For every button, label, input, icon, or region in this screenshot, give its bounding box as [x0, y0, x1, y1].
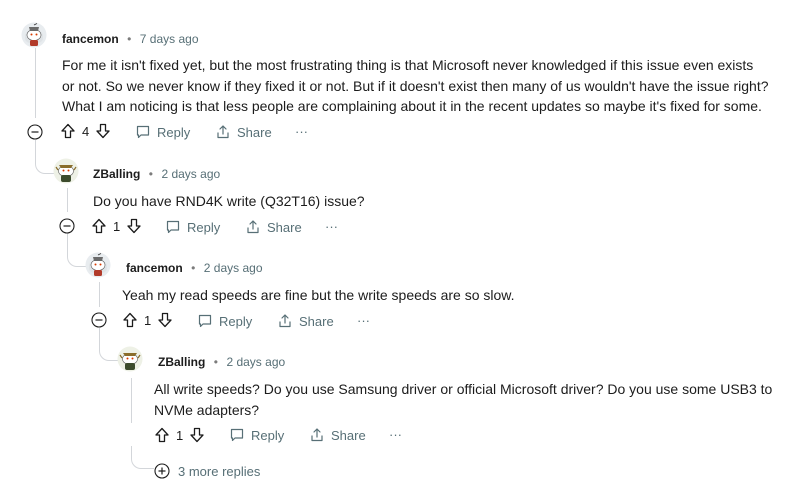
separator-dot: •: [127, 32, 132, 46]
comment-body: Yeah my read speeds are fine but the wri…: [122, 285, 515, 306]
upvote-icon[interactable]: [154, 427, 170, 443]
vote-count: 4: [82, 123, 90, 139]
reply-label: Reply: [219, 313, 253, 329]
vote-controls: 4: [60, 123, 111, 139]
ellipsis-icon: ···: [325, 219, 338, 234]
share-label: Share: [299, 313, 334, 329]
separator-dot: •: [213, 355, 218, 369]
reply-icon: [229, 427, 245, 443]
share-icon: [245, 219, 261, 235]
comment-meta: ZBalling • 2 days ago: [158, 353, 285, 371]
thread-line: [131, 378, 132, 423]
downvote-icon[interactable]: [126, 218, 142, 234]
avatar[interactable]: [85, 252, 111, 278]
expand-icon: [154, 463, 170, 479]
reply-button[interactable]: Reply: [135, 124, 190, 140]
vote-count: 1: [144, 312, 152, 328]
author-name[interactable]: fancemon: [62, 32, 119, 46]
upvote-icon[interactable]: [122, 312, 138, 328]
author-name[interactable]: fancemon: [126, 261, 183, 275]
reply-button[interactable]: Reply: [165, 219, 220, 235]
share-icon: [277, 313, 293, 329]
separator-dot: •: [148, 167, 153, 181]
vote-count: 1: [176, 427, 184, 443]
reply-icon: [197, 313, 213, 329]
comment-time[interactable]: 2 days ago: [226, 355, 285, 369]
share-label: Share: [237, 124, 272, 140]
collapse-icon[interactable]: [59, 218, 75, 234]
more-options-button[interactable]: ···: [389, 427, 402, 442]
reply-icon: [135, 124, 151, 140]
collapse-icon[interactable]: [91, 312, 107, 328]
upvote-icon[interactable]: [60, 123, 76, 139]
share-button[interactable]: Share: [277, 313, 334, 329]
separator-dot: •: [191, 261, 196, 275]
vote-count: 1: [113, 218, 121, 234]
comment-body: For me it isn't fixed yet, but the most …: [62, 55, 769, 117]
share-icon: [309, 427, 325, 443]
share-icon: [215, 124, 231, 140]
collapse-icon[interactable]: [27, 124, 43, 140]
comment-text-line: All write speeds? Do you use Samsung dri…: [154, 381, 773, 397]
reply-label: Reply: [187, 219, 221, 235]
comment-meta: fancemon • 7 days ago: [62, 30, 199, 48]
comment-body: Do you have RND4K write (Q32T16) issue?: [93, 191, 365, 212]
downvote-icon[interactable]: [189, 427, 205, 443]
comment-text-line: or not. So we never know if they fixed i…: [62, 77, 769, 94]
avatar[interactable]: [21, 22, 47, 48]
reply-button[interactable]: Reply: [197, 313, 252, 329]
comment-text-line: Yeah my read speeds are fine but the wri…: [122, 287, 515, 303]
comment-time[interactable]: 2 days ago: [204, 261, 263, 275]
vote-controls: 1: [122, 312, 173, 328]
avatar[interactable]: [53, 158, 79, 184]
reply-label: Reply: [251, 427, 285, 443]
reply-icon: [165, 219, 181, 235]
more-replies-button[interactable]: 3 more replies: [154, 463, 260, 479]
more-options-button[interactable]: ···: [295, 124, 308, 139]
share-button[interactable]: Share: [215, 124, 272, 140]
comment-meta: fancemon • 2 days ago: [126, 259, 263, 277]
thread-line: [99, 282, 100, 307]
avatar[interactable]: [117, 346, 143, 372]
comment-text-line: What I am noticing is that less people a…: [62, 98, 762, 114]
comment-time[interactable]: 7 days ago: [140, 32, 199, 46]
author-name[interactable]: ZBalling: [93, 167, 140, 181]
share-label: Share: [267, 219, 302, 235]
downvote-icon[interactable]: [157, 312, 173, 328]
ellipsis-icon: ···: [357, 313, 370, 328]
share-label: Share: [331, 427, 366, 443]
more-options-button[interactable]: ···: [357, 313, 370, 328]
thread-line: [67, 188, 68, 212]
reply-label: Reply: [157, 124, 191, 140]
comment-meta: ZBalling • 2 days ago: [93, 165, 220, 183]
reply-button[interactable]: Reply: [229, 427, 284, 443]
comment-body: All write speeds? Do you use Samsung dri…: [154, 379, 772, 420]
author-name[interactable]: ZBalling: [158, 355, 205, 369]
vote-controls: 1: [154, 427, 205, 443]
downvote-icon[interactable]: [95, 123, 111, 139]
thread-connector: [131, 446, 154, 469]
upvote-icon[interactable]: [91, 218, 107, 234]
share-button[interactable]: Share: [245, 219, 302, 235]
comment-time[interactable]: 2 days ago: [161, 167, 220, 181]
ellipsis-icon: ···: [389, 427, 402, 442]
more-options-button[interactable]: ···: [325, 219, 338, 234]
comment-text-line: For me it isn't fixed yet, but the most …: [62, 57, 754, 73]
more-replies-label: 3 more replies: [178, 463, 261, 479]
ellipsis-icon: ···: [295, 124, 308, 139]
thread-line: [35, 48, 36, 118]
comment-text-line: Do you have RND4K write (Q32T16) issue?: [93, 193, 365, 209]
share-button[interactable]: Share: [309, 427, 366, 443]
vote-controls: 1: [91, 218, 142, 234]
comment-text-line: NVMe adapters?: [154, 401, 260, 418]
